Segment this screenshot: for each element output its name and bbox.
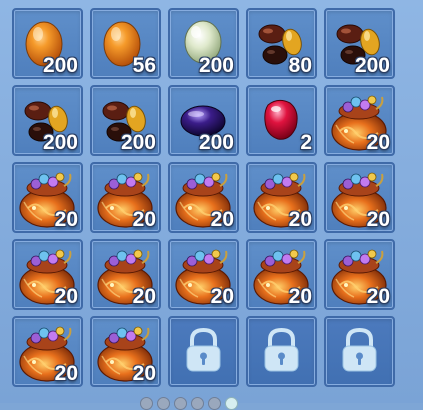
item-count: 20 [366,285,390,308]
inventory-panel: 200 56 200 80 200 200 200 200 2 20 20 20… [0,0,423,410]
item-count: 20 [132,285,156,308]
inventory-slot[interactable]: 20 [90,316,161,387]
inventory-slot[interactable]: 20 [12,239,83,310]
inventory-slot[interactable]: 200 [324,8,395,79]
inventory-slot[interactable]: 20 [324,239,395,310]
inventory-slot[interactable]: 200 [12,85,83,156]
item-count: 200 [42,131,78,154]
inventory-slot[interactable]: 20 [90,239,161,310]
locked-slot[interactable] [168,316,239,387]
item-count: 20 [288,285,312,308]
inventory-slot[interactable]: 20 [246,162,317,233]
item-count: 200 [198,131,234,154]
inventory-grid: 200 56 200 80 200 200 200 200 2 20 20 20… [12,8,395,387]
inventory-slot[interactable]: 20 [324,162,395,233]
padlock-icon [248,318,315,385]
item-count: 20 [54,208,78,231]
inventory-slot[interactable]: 2 [246,85,317,156]
inventory-slot[interactable]: 20 [12,162,83,233]
locked-slot[interactable] [246,316,317,387]
item-count: 80 [288,54,312,77]
inventory-slot[interactable]: 80 [246,8,317,79]
padlock-icon [326,318,393,385]
inventory-slot[interactable]: 20 [324,85,395,156]
inventory-slot[interactable]: 20 [168,239,239,310]
item-count: 20 [288,208,312,231]
page-indicator [140,397,238,410]
item-count: 20 [132,362,156,385]
inventory-slot[interactable]: 200 [12,8,83,79]
page-dot[interactable] [208,397,221,410]
page-dot[interactable] [140,397,153,410]
page-dot[interactable] [157,397,170,410]
page-dot[interactable] [174,397,187,410]
inventory-slot[interactable]: 200 [90,85,161,156]
inventory-slot[interactable]: 56 [90,8,161,79]
item-count: 200 [198,54,234,77]
item-count: 200 [120,131,156,154]
item-count: 20 [366,208,390,231]
inventory-slot[interactable]: 200 [168,85,239,156]
item-count: 20 [366,131,390,154]
inventory-slot[interactable]: 20 [12,316,83,387]
inventory-slot[interactable]: 200 [168,8,239,79]
item-count: 56 [132,54,156,77]
inventory-slot[interactable]: 20 [168,162,239,233]
item-count: 20 [210,285,234,308]
inventory-slot[interactable]: 20 [246,239,317,310]
item-count: 200 [42,54,78,77]
item-count: 2 [300,131,312,154]
item-count: 20 [54,362,78,385]
page-dot[interactable] [225,397,238,410]
locked-slot[interactable] [324,316,395,387]
item-count: 20 [132,208,156,231]
inventory-slot[interactable]: 20 [90,162,161,233]
padlock-icon [170,318,237,385]
item-count: 200 [354,54,390,77]
item-count: 20 [210,208,234,231]
item-count: 20 [54,285,78,308]
page-dot[interactable] [191,397,204,410]
